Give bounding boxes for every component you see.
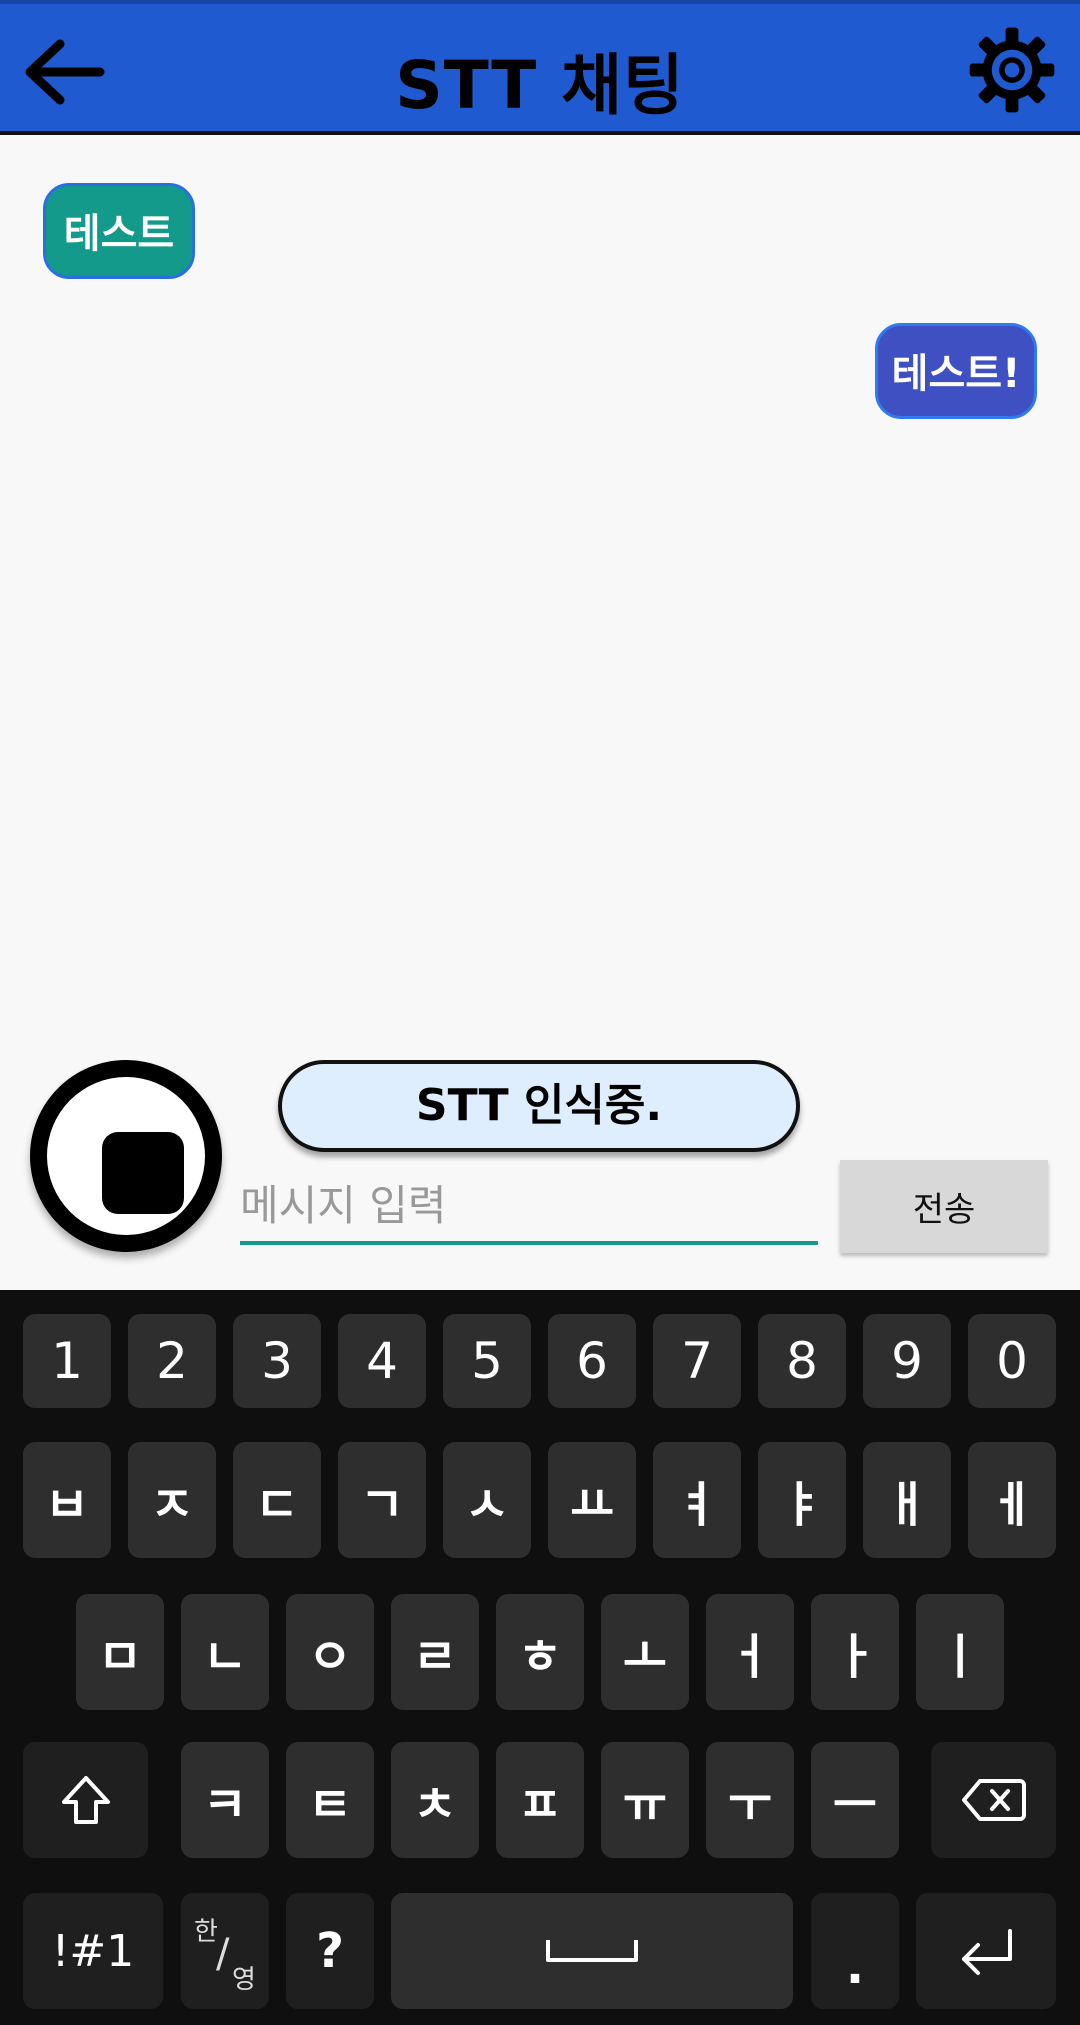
key-yeo[interactable]: ㅕ xyxy=(653,1442,741,1558)
key-h[interactable]: ㅎ xyxy=(496,1594,584,1710)
key-ch[interactable]: ㅊ xyxy=(391,1742,479,1858)
message-bubble-right: 테스트! xyxy=(875,323,1037,419)
key-j[interactable]: ㅈ xyxy=(128,1442,216,1558)
key-eu[interactable]: ㅡ xyxy=(811,1742,899,1858)
backspace-icon xyxy=(961,1779,1026,1821)
lang-slash: / xyxy=(216,1931,230,1977)
stt-status-pill: STT 인식중. xyxy=(278,1060,800,1152)
key-1[interactable]: 1 xyxy=(23,1314,111,1408)
stop-icon xyxy=(102,1132,184,1214)
lang-top-label: 한 xyxy=(194,1917,218,1947)
key-b[interactable]: ㅂ xyxy=(23,1442,111,1558)
key-i[interactable]: ㅣ xyxy=(916,1594,1004,1710)
key-yu[interactable]: ㅠ xyxy=(601,1742,689,1858)
key-9[interactable]: 9 xyxy=(863,1314,951,1408)
key-t[interactable]: ㅌ xyxy=(286,1742,374,1858)
page-title: STT 채팅 xyxy=(395,47,685,124)
key-4[interactable]: 4 xyxy=(338,1314,426,1408)
stop-recording-button[interactable] xyxy=(30,1060,222,1252)
space-icon xyxy=(546,1940,638,1962)
lang-bottom-label: 영 xyxy=(232,1965,256,1995)
backspace-key[interactable] xyxy=(931,1742,1056,1858)
language-toggle-label: 한 / 영 xyxy=(190,1911,260,1995)
key-3[interactable]: 3 xyxy=(233,1314,321,1408)
key-e[interactable]: ㅔ xyxy=(968,1442,1056,1558)
key-g[interactable]: ㄱ xyxy=(338,1442,426,1558)
key-ieung[interactable]: ㅇ xyxy=(286,1594,374,1710)
enter-icon xyxy=(962,1929,1012,1975)
key-yo[interactable]: ㅛ xyxy=(548,1442,636,1558)
enter-key[interactable] xyxy=(916,1893,1056,2009)
symbols-key[interactable]: !#1 xyxy=(23,1893,163,2009)
key-7[interactable]: 7 xyxy=(653,1314,741,1408)
language-toggle-key[interactable]: 한 / 영 xyxy=(181,1893,269,2009)
shift-icon xyxy=(61,1776,110,1824)
key-6[interactable]: 6 xyxy=(548,1314,636,1408)
key-k[interactable]: ㅋ xyxy=(181,1742,269,1858)
send-button[interactable]: 전송 xyxy=(840,1160,1048,1253)
key-a[interactable]: ㅏ xyxy=(811,1594,899,1710)
key-eo[interactable]: ㅓ xyxy=(706,1594,794,1710)
key-n[interactable]: ㄴ xyxy=(181,1594,269,1710)
key-d[interactable]: ㄷ xyxy=(233,1442,321,1558)
key-ae[interactable]: ㅐ xyxy=(863,1442,951,1558)
key-p[interactable]: ㅍ xyxy=(496,1742,584,1858)
key-r[interactable]: ㄹ xyxy=(391,1594,479,1710)
key-u[interactable]: ㅜ xyxy=(706,1742,794,1858)
app-header: STT 채팅 xyxy=(0,0,1080,135)
message-bubble-left: 테스트 xyxy=(43,183,195,279)
gear-icon[interactable] xyxy=(966,24,1058,116)
keyboard: 1 2 3 4 5 6 7 8 9 0 ㅂ ㅈ ㄷ ㄱ ㅅ ㅛ ㅕ ㅑ ㅐ ㅔ … xyxy=(0,1290,1080,2025)
shift-key[interactable] xyxy=(23,1742,148,1858)
key-8[interactable]: 8 xyxy=(758,1314,846,1408)
period-key[interactable]: . xyxy=(811,1893,899,2009)
key-m[interactable]: ㅁ xyxy=(76,1594,164,1710)
key-s[interactable]: ㅅ xyxy=(443,1442,531,1558)
stop-button-ring xyxy=(47,1077,205,1235)
message-input[interactable] xyxy=(240,1170,818,1245)
key-o[interactable]: ㅗ xyxy=(601,1594,689,1710)
space-key[interactable] xyxy=(391,1893,793,2009)
key-5[interactable]: 5 xyxy=(443,1314,531,1408)
question-key[interactable]: ? xyxy=(286,1893,374,2009)
key-2[interactable]: 2 xyxy=(128,1314,216,1408)
key-0[interactable]: 0 xyxy=(968,1314,1056,1408)
key-ya[interactable]: ㅑ xyxy=(758,1442,846,1558)
